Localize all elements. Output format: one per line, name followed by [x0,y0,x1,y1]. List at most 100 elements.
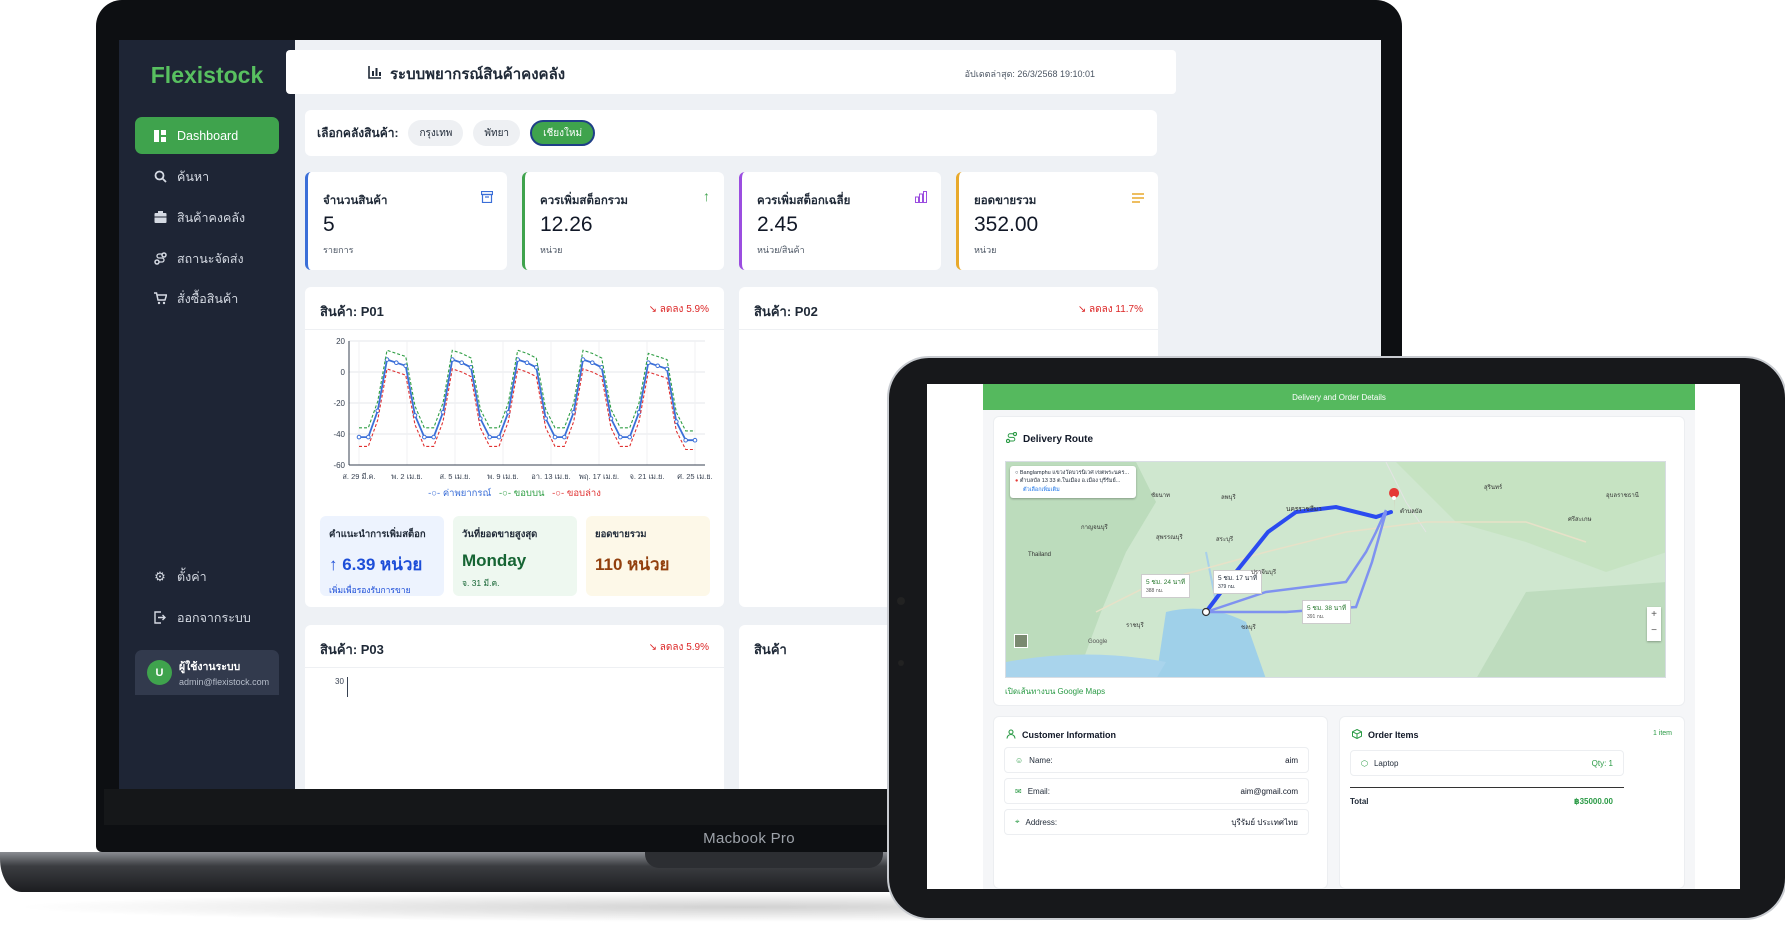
customer-info-card: Customer Information ☺ Name: aim ✉ Email… [993,716,1328,889]
map-attribution: Google [1088,639,1108,645]
map-place: นครราชสีมา [1286,506,1322,513]
x-tick-label: พ. 9 เม.ย. [487,472,518,481]
laptop-notch [645,852,883,868]
device-mockup: Macbook Pro Flexistock Dashboard ค้นหา ส… [0,0,1785,933]
product-change-badge: ↘ ลดลง 5.9% [648,642,709,653]
x-tick-label: ส. 5 เม.ย. [439,472,470,481]
stat-card-total-sales: ยอดขายรวม 352.00 หน่วย [956,172,1158,270]
route-option-2[interactable]: 5 ชม. 24 นาที 388 กม. [1141,574,1191,598]
bar-chart-icon [915,190,927,206]
warehouse-option-chiangmai[interactable]: เชียงใหม่ [530,120,596,146]
sidebar: Flexistock Dashboard ค้นหา สินค้าคงคลัง [119,40,295,789]
delivery-route-card: Delivery Route ○ Banglamphu แขวงวัดบวรนิ… [993,416,1685,706]
data-point [496,434,502,440]
stat-card-total-restock: ควรเพิ่มสต็อกรวม 12.26 หน่วย ↑ [522,172,724,270]
row-label: Email: [1027,786,1050,796]
divider [1350,787,1624,788]
data-point [562,434,567,440]
nav-search[interactable]: ค้นหา [135,158,279,195]
legend-item-forecast: -○- ค่าพยากรณ์ [428,488,492,499]
nav-settings[interactable]: ⚙ ตั้งค่า [135,558,279,595]
box-icon [1352,728,1362,741]
warehouse-option-bangkok[interactable]: กรุงเทพ [408,120,464,146]
divider [305,329,724,330]
data-point [552,434,558,440]
customer-name-row: ☺ Name: aim [1004,747,1309,773]
nav-dashboard[interactable]: Dashboard [135,117,279,154]
zoom-out-icon[interactable]: − [1647,623,1661,639]
data-point [534,365,539,370]
product-title: สินค้า: P02 [754,304,818,319]
page-title-text: ระบบพยากรณ์สินค้าคงคลัง [390,66,566,83]
total-sales-card: ยอดขายรวม 110 หน่วย [586,516,710,596]
route-destination: ● ตำบลบัล 13 33 ต.ในเมือง อ.เมือง บุรีรั… [1015,478,1121,485]
mini-value: ↑ 6.39 หน่วย [329,555,423,574]
mini-sub: จ. 31 มี.ค. [462,578,500,588]
mail-icon: ✉ [1015,786,1022,796]
x-tick-label: อา. 13 เม.ย. [531,472,570,481]
x-tick-label: ส. 29 มี.ค. [342,472,375,481]
stat-value: 5 [323,213,335,236]
stat-card-product-count: จำนวนสินค้า 5 รายการ [305,172,507,270]
gear-icon: ⚙ [154,568,166,584]
x-tick-label: จ. 21 เม.ย. [629,472,664,481]
user-profile[interactable]: U ผู้ใช้งานระบบ admin@flexistock.com [135,650,279,695]
order-items-card: Order Items 1 item ⬡ Laptop Qty: 1 Total… [1339,716,1685,889]
route-icon [1005,431,1018,446]
user-name: ผู้ใช้งานระบบ [179,661,241,673]
nav-delivery[interactable]: สถานะจัดส่ง [135,240,279,277]
route-option-3[interactable]: 5 ชม. 38 นาที 391 กม. [1302,600,1352,624]
map-place: กาญจนบุรี [1081,525,1108,531]
y-tick-label: 0 [341,368,346,377]
route-map[interactable]: ○ Banglamphu แขวงวัดบวรนิเวศ เขตพระนคร..… [1005,461,1666,678]
stat-card-avg-restock: ควรเพิ่มสต็อกเฉลี่ย 2.45 หน่วย/สินค้า [739,172,941,270]
map-place: ลพบุรี [1221,495,1236,501]
nav-label: ตั้งค่า [177,569,207,584]
data-point [618,434,623,440]
more-options-link[interactable]: ตัวเลือกเพิ่มเติม [1015,486,1131,494]
y-tick-label: -60 [333,461,345,470]
product-change-badge: ↘ ลดลง 5.9% [648,304,709,315]
map-place: สุพรรณบุรี [1156,535,1183,541]
y-tick-label: 30 [335,677,344,686]
stat-label: ควรเพิ่มสต็อกรวม [540,195,628,207]
stat-value: 12.26 [540,213,593,236]
route-origin: ○ Banglamphu แขวงวัดบวรนิเวศ เขตพระนคร..… [1015,470,1130,476]
nav-orders[interactable]: สั่งซื้อสินค้า [135,280,279,317]
map-place: ชลบุรี [1241,625,1256,631]
product-title: สินค้า: P03 [320,642,384,657]
stat-label: ยอดขายรวม [974,195,1037,207]
map-zoom-controls[interactable]: + − [1647,607,1661,641]
data-point [450,357,455,362]
data-point [394,360,399,366]
nav-label: ค้นหา [177,169,210,184]
order-items-title: Order Items [1352,728,1419,741]
y-tick-label: -20 [333,399,345,408]
directions-panel[interactable]: ○ Banglamphu แขวงวัดบวรนิเวศ เขตพระนคร..… [1010,466,1136,498]
warehouse-option-pattaya[interactable]: พัทยา [473,120,521,146]
stat-label: จำนวนสินค้า [323,195,388,207]
x-tick-label: พ. 2 เม.ย. [391,472,422,481]
y-axis [347,677,348,697]
zoom-in-icon[interactable]: + [1647,607,1661,623]
nav-label: สถานะจัดส่ง [177,251,244,266]
tablet-sensor [898,660,904,666]
product-title: สินค้า: P01 [320,304,384,319]
mini-value: 110 หน่วย [595,555,670,574]
nav-label: สั่งซื้อสินค้า [177,291,239,306]
brand-logo[interactable]: Flexistock [119,62,295,89]
data-point [422,434,427,440]
peak-sales-day-card: วันที่ยอดขายสูงสุด Monday จ. 31 มี.ค. [453,516,577,596]
chart-legend: -○- ค่าพยากรณ์ -○- ขอบบน -○- ขอบล่าง [305,486,724,501]
open-google-maps-link[interactable]: เปิดเส้นทางบน Google Maps [1005,685,1105,698]
map-layers-button[interactable] [1014,634,1028,648]
stat-unit: รายการ [323,245,354,255]
y-tick-label: -40 [333,430,345,439]
data-point [524,360,530,366]
nav-logout[interactable]: ออกจากระบบ [135,599,279,636]
nav-inventory[interactable]: สินค้าคงคลัง [135,199,279,236]
order-item-count: 1 item [1652,730,1672,737]
map-place: ปราจีนบุรี [1251,570,1277,576]
delivery-header: Delivery and Order Details [983,384,1695,410]
list-icon [1132,190,1144,206]
